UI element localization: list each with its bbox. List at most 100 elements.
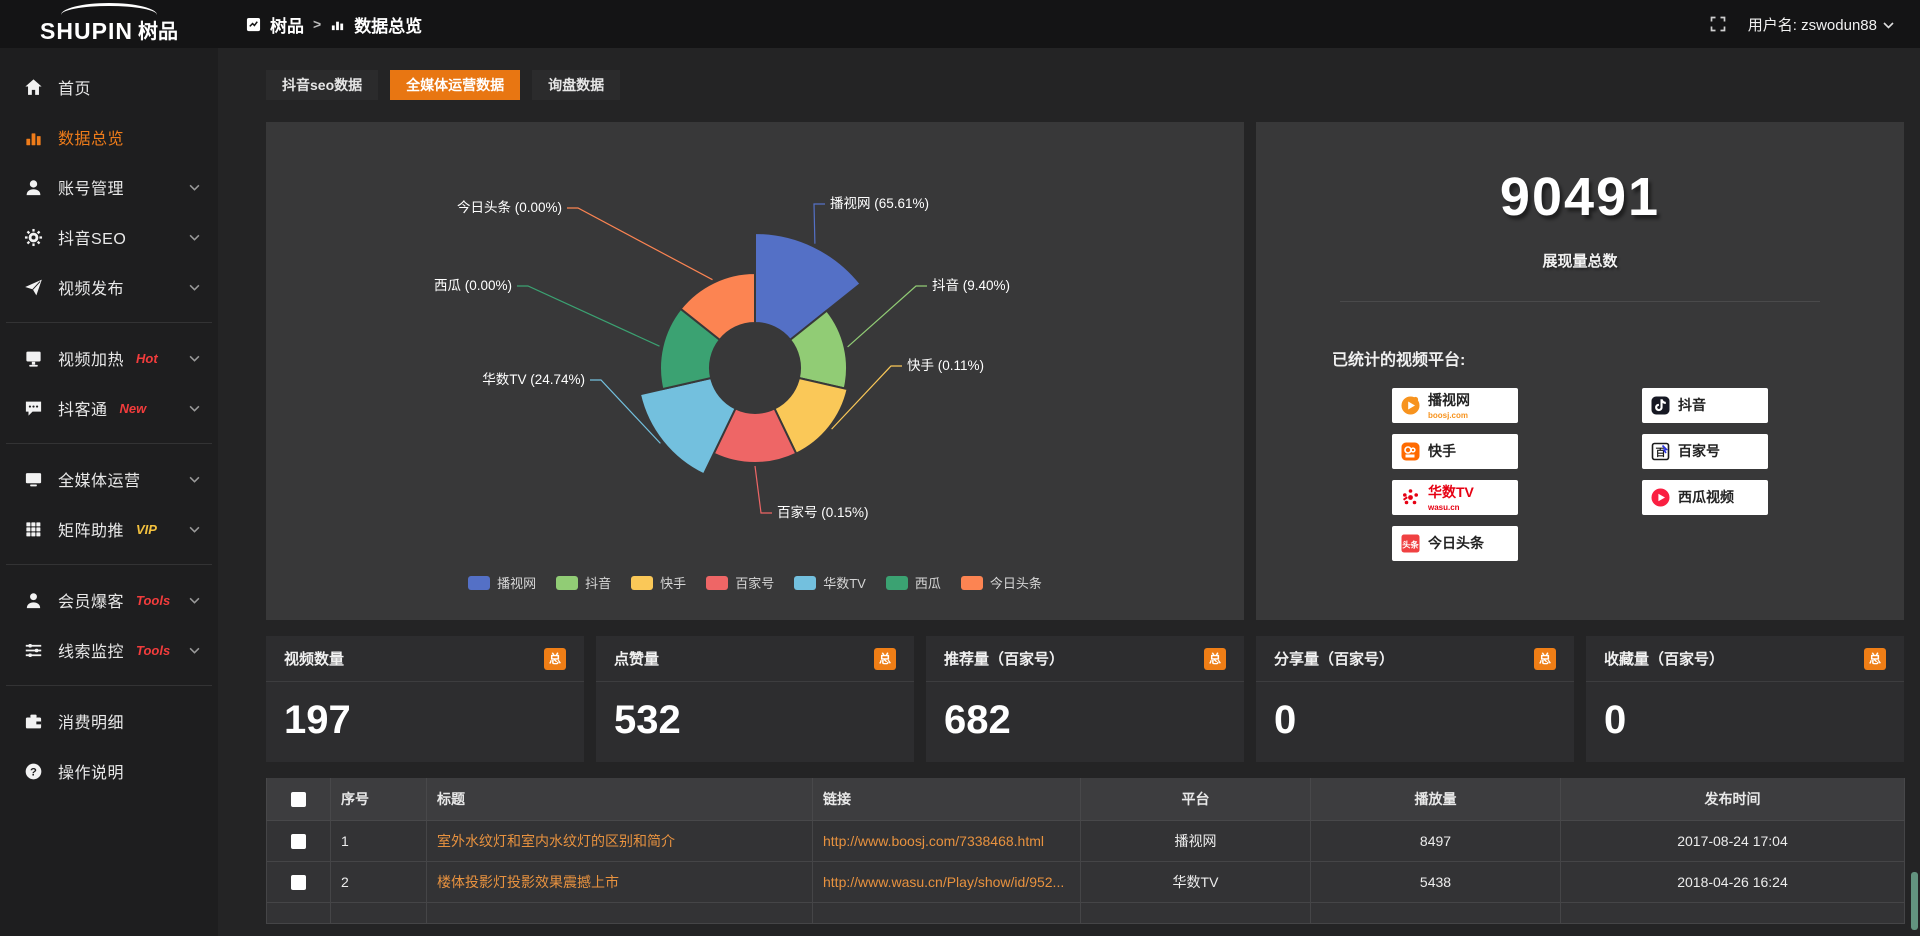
legend-label: 快手 xyxy=(660,573,686,592)
cell-title-link[interactable]: 室外水纹灯和室内水纹灯的区别和简介 xyxy=(427,821,813,862)
legend-item-4[interactable]: 华数TV xyxy=(794,573,866,592)
monitor-icon xyxy=(24,470,43,489)
col-header-0[interactable]: 序号 xyxy=(331,778,427,821)
platform-badge-xigua[interactable]: 西瓜视频 xyxy=(1642,480,1768,515)
fullscreen-icon[interactable] xyxy=(1710,16,1726,32)
legend-swatch xyxy=(886,576,908,590)
chevron-down-icon xyxy=(189,178,200,196)
stat-card-0: 视频数量总197 xyxy=(266,636,584,762)
rose-slice-4[interactable] xyxy=(640,378,736,474)
total-badge[interactable]: 总 xyxy=(874,648,896,670)
sidebar-item-douyin-seo[interactable]: 抖音SEO xyxy=(0,212,218,262)
col-header-2[interactable]: 链接 xyxy=(813,778,1081,821)
kuaishou-logo-icon xyxy=(1400,441,1421,462)
sidebar-item-video-heat[interactable]: 视频加热 Hot xyxy=(0,333,218,383)
sidebar-item-data-overview[interactable]: 数据总览 xyxy=(0,112,218,162)
sidebar-item-consume-detail[interactable]: 消费明细 xyxy=(0,696,218,746)
sidebar-item-media-operation[interactable]: 全媒体运营 xyxy=(0,454,218,504)
sidebar-item-account-manage[interactable]: 账号管理 xyxy=(0,162,218,212)
sidebar-divider xyxy=(6,443,212,444)
sidebar-item-clue-monitor[interactable]: 线索监控Tools xyxy=(0,625,218,675)
grid-icon xyxy=(24,520,43,539)
stat-title: 分享量（百家号） xyxy=(1274,648,1394,669)
total-badge[interactable]: 总 xyxy=(1204,648,1226,670)
sidebar-item-label: 账号管理 xyxy=(58,175,124,199)
table-row: 1室外水纹灯和室内水纹灯的区别和简介http://www.boosj.com/7… xyxy=(267,821,1905,862)
slice-label-5: 西瓜 (0.00%) xyxy=(434,278,512,293)
stat-card-4: 收藏量（百家号）总0 xyxy=(1586,636,1904,762)
summary-panel: 90491 展现量总数 已统计的视频平台: 播视网boosj.com快手华数TV… xyxy=(1256,122,1904,620)
select-all-checkbox[interactable] xyxy=(291,792,306,807)
platform-badge-baijiahao[interactable]: 百百家号 xyxy=(1642,434,1768,469)
platform-badge-wasu[interactable]: 华数TVwasu.cn xyxy=(1392,480,1518,515)
username-label: 用户名: zswodun88 xyxy=(1748,14,1877,35)
col-header-1[interactable]: 标题 xyxy=(427,778,813,821)
col-header-5[interactable]: 发布时间 xyxy=(1561,778,1905,821)
sidebar-item-member-baoke[interactable]: 会员爆客Tools xyxy=(0,575,218,625)
legend-item-2[interactable]: 快手 xyxy=(631,573,686,592)
row-checkbox[interactable] xyxy=(291,834,306,849)
col-header-4[interactable]: 播放量 xyxy=(1311,778,1561,821)
toutiao-logo-icon: 头条 xyxy=(1400,533,1421,554)
sidebar-item-video-publish[interactable]: 视频发布 xyxy=(0,262,218,312)
breadcrumb-home[interactable]: 树品 xyxy=(270,12,304,37)
platform-badge-toutiao[interactable]: 头条今日头条 xyxy=(1392,526,1518,561)
sidebar-item-home[interactable]: 首页 xyxy=(0,62,218,112)
chat-icon xyxy=(24,399,43,418)
sidebar-item-label: 首页 xyxy=(58,75,91,99)
platform-domain: wasu.cn xyxy=(1428,504,1474,512)
chevron-down-icon xyxy=(189,591,200,609)
platform-badge-kuaishou[interactable]: 快手 xyxy=(1392,434,1518,469)
cell-url-link[interactable]: http://www.wasu.cn/Play/show/id/952... xyxy=(813,862,1081,903)
question-icon: ? xyxy=(24,762,43,781)
chevron-down-icon xyxy=(189,520,200,538)
badge-hot: Hot xyxy=(136,351,158,366)
cell-time: 2018-04-26 16:24 xyxy=(1561,862,1905,903)
platform-badge-douyin[interactable]: 抖音 xyxy=(1642,388,1768,423)
breadcrumb: 树品 > 数据总览 xyxy=(246,12,422,37)
table-row: 2楼体投影灯投影效果震撼上市http://www.wasu.cn/Play/sh… xyxy=(267,862,1905,903)
scrollbar-thumb[interactable] xyxy=(1911,872,1918,930)
platform-logos: 播视网boosj.com 快手华数TVwasu.cn 头条今日头条 抖音百百家号西瓜视… xyxy=(1256,388,1904,561)
rose-slice-0[interactable] xyxy=(755,233,861,340)
sidebar-item-matrix-boost[interactable]: 矩阵助推VIP xyxy=(0,504,218,554)
app-logo[interactable]: SHUPIN 树品 xyxy=(0,0,218,48)
sidebar-item-label: 视频加热 xyxy=(58,346,124,370)
cell-platform: 华数TV xyxy=(1081,862,1311,903)
rose-chart[interactable]: 播视网 (65.61%)抖音 (9.40%)快手 (0.11%)百家号 (0.1… xyxy=(266,122,1244,552)
sidebar-item-douketong[interactable]: 抖客通New xyxy=(0,383,218,433)
legend-item-5[interactable]: 西瓜 xyxy=(886,573,941,592)
stat-title: 点赞量 xyxy=(614,648,659,669)
user-menu[interactable]: 用户名: zswodun88 xyxy=(1748,14,1894,35)
legend-label: 播视网 xyxy=(497,573,536,592)
sidebar-item-label: 操作说明 xyxy=(58,759,124,783)
platform-name: 快手 xyxy=(1428,443,1456,459)
chevron-down-icon xyxy=(189,278,200,296)
legend-item-3[interactable]: 百家号 xyxy=(706,573,774,592)
total-badge[interactable]: 总 xyxy=(1864,648,1886,670)
total-impressions-value: 90491 xyxy=(1256,166,1904,228)
legend-item-0[interactable]: 播视网 xyxy=(468,573,536,592)
col-header-3[interactable]: 平台 xyxy=(1081,778,1311,821)
boosj-logo-icon xyxy=(1400,395,1421,416)
row-checkbox[interactable] xyxy=(291,875,306,890)
chevron-down-icon xyxy=(189,470,200,488)
cell-title-link[interactable]: 楼体投影灯投影效果震撼上市 xyxy=(427,862,813,903)
logo-text-en: SHUPIN xyxy=(40,20,133,43)
tab-inquiry-data[interactable]: 询盘数据 xyxy=(532,70,620,100)
tab-media-operation-data[interactable]: 全媒体运营数据 xyxy=(390,70,520,100)
bar-chart-icon xyxy=(24,128,43,147)
legend-item-6[interactable]: 今日头条 xyxy=(961,573,1042,592)
total-badge[interactable]: 总 xyxy=(544,648,566,670)
heat-icon xyxy=(24,349,43,368)
legend-item-1[interactable]: 抖音 xyxy=(556,573,611,592)
stat-title: 收藏量（百家号） xyxy=(1604,648,1724,669)
cell-url-link[interactable]: http://www.boosj.com/7338468.html xyxy=(813,821,1081,862)
slice-label-2: 快手 (0.11%) xyxy=(907,358,984,373)
total-badge[interactable]: 总 xyxy=(1534,648,1556,670)
tab-douyin-seo-data[interactable]: 抖音seo数据 xyxy=(266,70,378,100)
chevron-down-icon xyxy=(189,399,200,417)
sidebar-item-operation-guide[interactable]: ? 操作说明 xyxy=(0,746,218,796)
breadcrumb-current: 数据总览 xyxy=(354,12,422,37)
platform-badge-boosj[interactable]: 播视网boosj.com xyxy=(1392,388,1518,423)
